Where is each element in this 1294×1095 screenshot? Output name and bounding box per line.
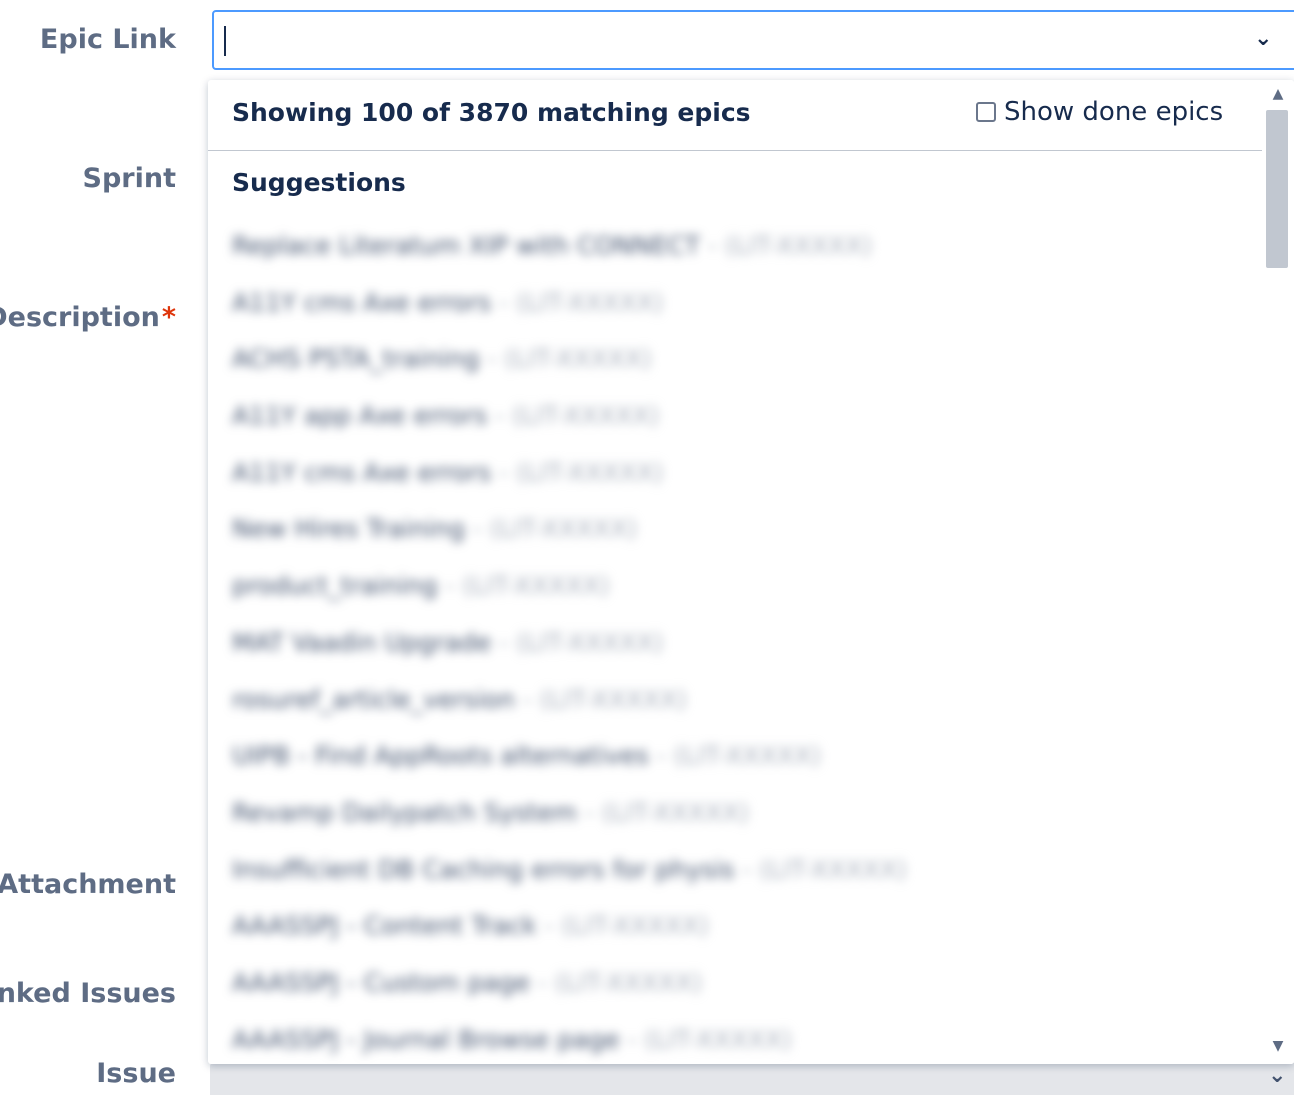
epic-suggestion-separator: - <box>479 344 505 374</box>
epic-suggestion-item[interactable]: A11Y cms Axe errors - (LIT-XXXXX) <box>232 453 1242 510</box>
sprint-label: Sprint <box>82 163 176 194</box>
required-marker: * <box>161 302 176 333</box>
text-caret <box>224 26 226 56</box>
epic-suggestion-key: (LIT-XXXXX) <box>644 1024 792 1054</box>
dropdown-scrollbar[interactable]: ▲ ▼ <box>1262 80 1294 1064</box>
show-done-epics-checkbox[interactable] <box>976 102 996 122</box>
epic-suggestion-key: (LIT-XXXXX) <box>489 514 638 544</box>
epic-suggestion-item[interactable]: AAASSPJ - Journal Browse page - (LIT-XXX… <box>232 1020 1242 1064</box>
epic-suggestion-item[interactable]: Replace Literatum XIP with CONNECT - (LI… <box>232 226 1242 283</box>
suggestion-list: Replace Literatum XIP with CONNECT - (LI… <box>232 226 1242 1064</box>
create-issue-form: Epic Link Sprint Description* Attachment… <box>0 0 1294 1095</box>
epic-suggestion-key: (LIT-XXXXX) <box>512 401 660 431</box>
epic-suggestion-key: (LIT-XXXXX) <box>601 797 750 827</box>
epic-suggestion-name: AAASSPJ - Custom page <box>232 967 530 997</box>
epic-suggestion-name: MAT Vaadin Upgrade <box>232 627 492 657</box>
epic-suggestions-dropdown: Showing 100 of 3870 matching epics Show … <box>208 80 1294 1064</box>
epic-suggestion-separator: - <box>491 287 517 317</box>
scrollbar-thumb[interactable] <box>1266 110 1288 268</box>
issue-select[interactable]: ⌄ <box>210 1063 1294 1095</box>
epic-suggestion-separator: - <box>700 231 725 260</box>
epic-suggestion-key: (LIT-XXXXX) <box>759 854 907 884</box>
epic-suggestion-key: (LIT-XXXXX) <box>539 684 687 714</box>
epic-suggestion-separator: - <box>576 797 602 827</box>
epic-suggestion-key: (LIT-XXXXX) <box>724 231 873 260</box>
description-label: Description* <box>0 302 176 333</box>
epic-suggestion-separator: - <box>487 401 513 431</box>
epic-suggestion-separator: - <box>437 571 463 601</box>
epic-suggestion-item[interactable]: Insufficient DB Caching errors for physi… <box>232 850 1242 907</box>
suggestions-heading: Suggestions <box>232 168 406 197</box>
epic-suggestion-key: (LIT-XXXXX) <box>516 287 664 317</box>
epic-suggestion-name: Replace Literatum XIP with CONNECT <box>232 231 701 260</box>
epic-suggestion-item[interactable]: ACHS PSTA_training - (LIT-XXXXX) <box>232 339 1242 396</box>
show-done-epics-toggle[interactable]: Show done epics <box>976 97 1223 127</box>
epic-suggestion-name: Insufficient DB Caching errors for physi… <box>232 854 735 884</box>
triangle-down-icon[interactable]: ▼ <box>1262 1038 1294 1054</box>
epic-suggestion-name: UIPB - Find AppRoots alternatives <box>232 741 649 771</box>
matching-epics-summary: Showing 100 of 3870 matching epics <box>232 98 751 127</box>
epic-suggestion-separator: - <box>734 854 760 884</box>
epic-suggestion-separator: - <box>536 911 562 941</box>
epic-suggestion-separator: - <box>464 514 490 544</box>
epic-link-input[interactable]: ⌄ <box>212 10 1294 70</box>
epic-suggestion-separator: - <box>491 457 517 487</box>
epic-suggestion-name: A11Y cms Axe errors <box>232 457 492 487</box>
epic-suggestion-name: rosuref_article_version <box>232 684 515 714</box>
attachment-label: Attachment <box>0 869 176 900</box>
epic-suggestion-item[interactable]: Revamp Dailypatch System - (LIT-XXXXX) <box>232 793 1242 850</box>
epic-suggestion-item[interactable]: product_training - (LIT-XXXXX) <box>232 566 1242 623</box>
chevron-down-icon[interactable]: ⌄ <box>1254 26 1272 51</box>
epic-suggestion-item[interactable]: A11Y cms Axe errors - (LIT-XXXXX) <box>232 283 1242 340</box>
epic-suggestion-key: (LIT-XXXXX) <box>504 344 652 374</box>
epic-suggestion-key: (LIT-XXXXX) <box>516 457 664 487</box>
epic-suggestion-key: (LIT-XXXXX) <box>516 627 664 657</box>
show-done-epics-label[interactable]: Show done epics <box>1004 97 1223 127</box>
epic-suggestion-item[interactable]: AAASSPJ - Content Track - (LIT-XXXXX) <box>232 906 1242 963</box>
epic-suggestion-item[interactable]: New Hires Training - (LIT-XXXXX) <box>232 509 1242 566</box>
epic-suggestion-separator: - <box>529 967 555 997</box>
epic-link-label: Epic Link <box>39 24 176 55</box>
epic-suggestion-name: product_training <box>232 571 438 601</box>
epic-suggestion-separator: - <box>648 741 674 771</box>
epic-suggestion-name: AAASSPJ - Content Track <box>232 911 537 941</box>
epic-suggestion-name: New Hires Training <box>232 514 465 544</box>
epic-suggestion-name: Revamp Dailypatch System <box>232 797 577 827</box>
epic-suggestion-name: A11Y cms Axe errors <box>232 287 492 317</box>
epic-suggestion-separator: - <box>514 684 540 714</box>
epic-suggestion-item[interactable]: rosuref_article_version - (LIT-XXXXX) <box>232 680 1242 737</box>
epic-suggestion-key: (LIT-XXXXX) <box>673 741 821 771</box>
linked-issues-label: Linked Issues <box>0 978 176 1009</box>
epic-suggestion-item[interactable]: UIPB - Find AppRoots alternatives - (LIT… <box>232 736 1242 793</box>
epic-suggestion-key: (LIT-XXXXX) <box>462 571 610 601</box>
epic-suggestion-item[interactable]: MAT Vaadin Upgrade - (LIT-XXXXX) <box>232 623 1242 680</box>
epic-suggestion-name: AAASSPJ - Journal Browse page <box>232 1024 620 1054</box>
triangle-up-icon[interactable]: ▲ <box>1262 86 1294 102</box>
issue-label: Issue <box>96 1058 176 1089</box>
epic-suggestion-name: A11Y app Axe errors <box>232 401 488 431</box>
epic-suggestion-key: (LIT-XXXXX) <box>554 967 703 997</box>
epic-suggestion-item[interactable]: AAASSPJ - Custom page - (LIT-XXXXX) <box>232 963 1242 1020</box>
epic-suggestion-separator: - <box>491 627 517 657</box>
epic-suggestion-key: (LIT-XXXXX) <box>561 911 709 941</box>
dropdown-header: Showing 100 of 3870 matching epics Show … <box>208 80 1262 151</box>
description-label-text: Description <box>0 302 160 333</box>
epic-suggestion-name: ACHS PSTA_training <box>232 344 480 374</box>
epic-suggestion-separator: - <box>619 1024 645 1054</box>
epic-suggestion-item[interactable]: A11Y app Axe errors - (LIT-XXXXX) <box>232 396 1242 453</box>
chevron-down-icon: ⌄ <box>1268 1063 1287 1088</box>
